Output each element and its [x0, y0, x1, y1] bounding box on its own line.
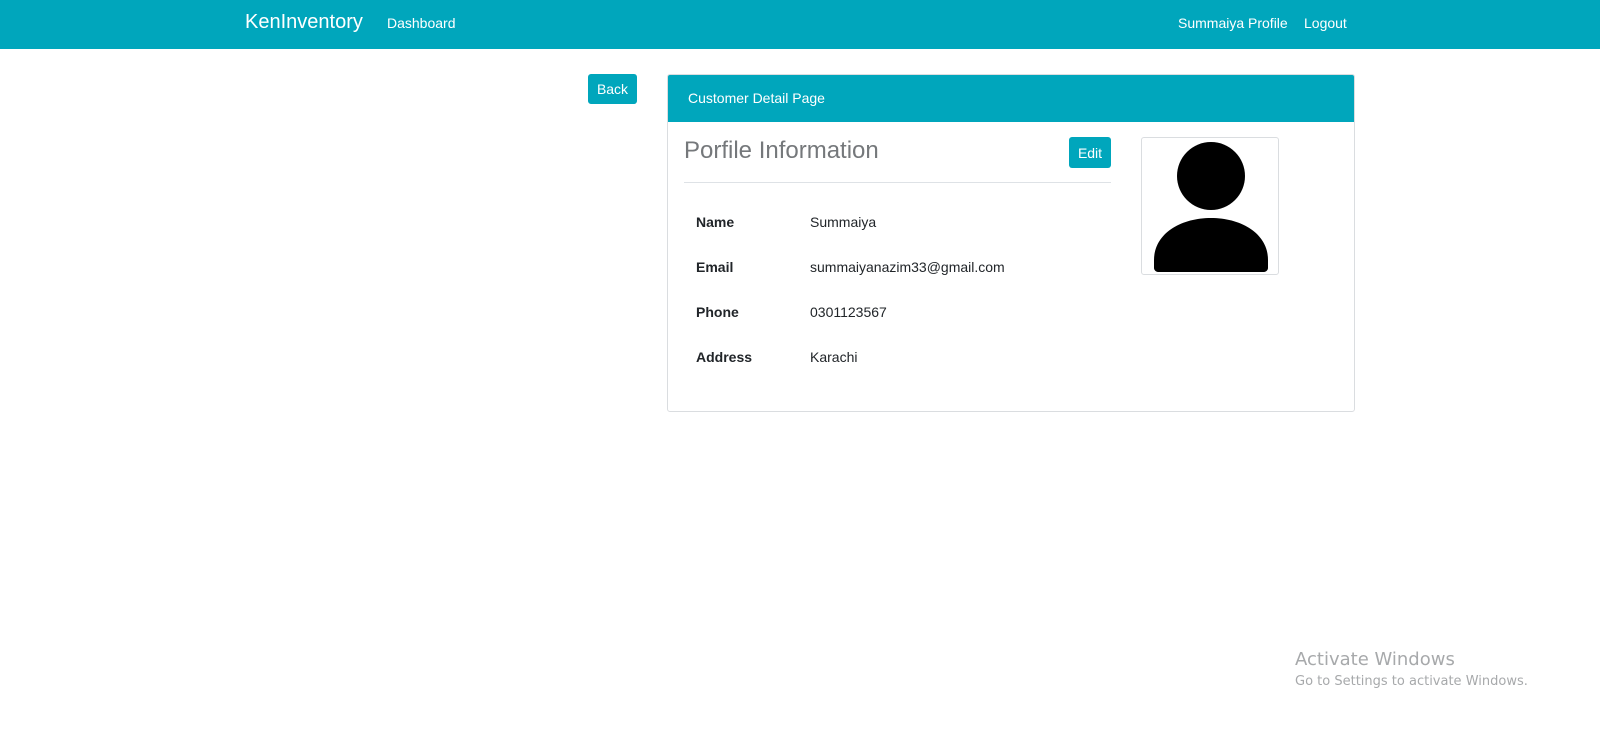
section-divider	[684, 182, 1111, 183]
nav-logout-link[interactable]: Logout	[1304, 15, 1347, 31]
info-row-phone: Phone 0301123567	[696, 304, 1096, 324]
name-label: Name	[696, 214, 735, 230]
edit-button[interactable]: Edit	[1069, 137, 1111, 168]
avatar	[1141, 137, 1279, 275]
section-title: Porfile Information	[684, 137, 879, 164]
windows-activation-watermark: Activate Windows Go to Settings to activ…	[1295, 648, 1528, 692]
info-row-name: Name Summaiya	[696, 214, 1096, 234]
customer-detail-card: Customer Detail Page Porfile Information…	[667, 74, 1355, 412]
watermark-title: Activate Windows	[1295, 649, 1455, 670]
brand-logo-link[interactable]: KenInventory	[245, 11, 363, 34]
nav-dashboard-link[interactable]: Dashboard	[387, 15, 456, 31]
user-silhouette-icon	[1154, 142, 1268, 272]
address-value: Karachi	[810, 349, 858, 365]
top-navbar: KenInventory Dashboard Summaiya Profile …	[0, 0, 1600, 49]
info-row-address: Address Karachi	[696, 349, 1096, 369]
name-value: Summaiya	[810, 214, 877, 230]
email-label: Email	[696, 259, 734, 275]
address-label: Address	[696, 349, 753, 365]
email-value: summaiyanazim33@gmail.com	[810, 259, 1005, 275]
back-button[interactable]: Back	[588, 74, 637, 104]
phone-label: Phone	[696, 304, 739, 320]
watermark-subtitle: Go to Settings to activate Windows.	[1295, 674, 1528, 689]
nav-profile-link[interactable]: Summaiya Profile	[1178, 15, 1288, 31]
info-row-email: Email summaiyanazim33@gmail.com	[696, 259, 1096, 279]
card-header: Customer Detail Page	[668, 75, 1354, 122]
phone-value: 0301123567	[810, 304, 887, 320]
